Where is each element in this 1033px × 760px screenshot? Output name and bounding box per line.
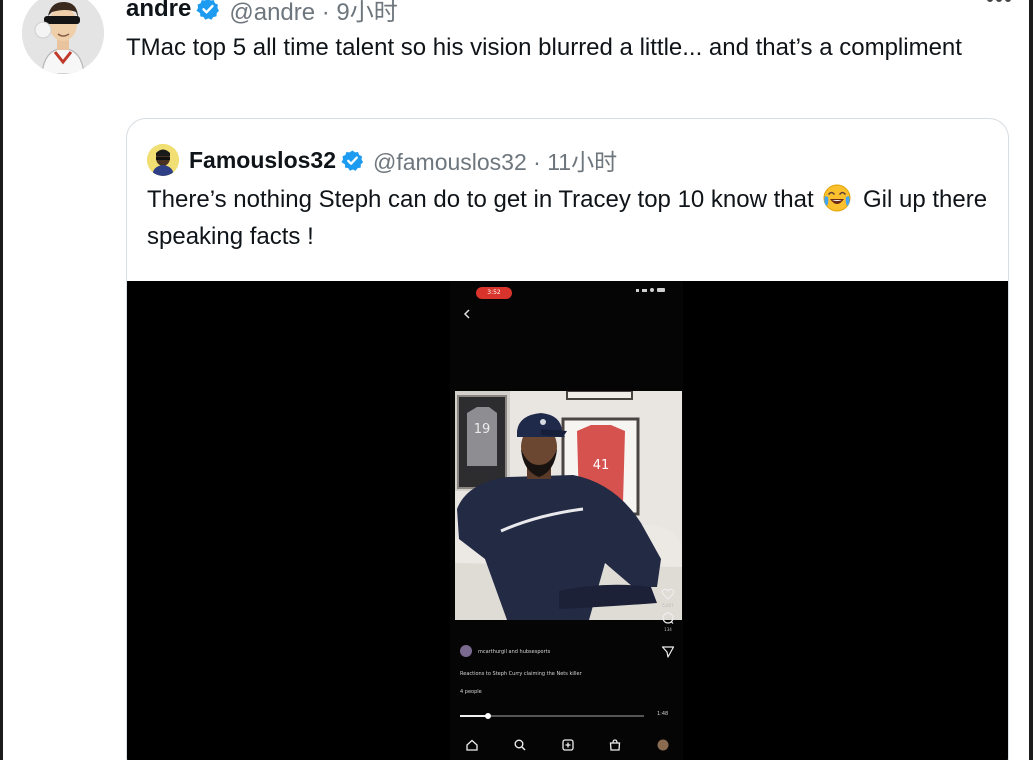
shop-icon[interactable] [608, 738, 622, 752]
more-options-icon[interactable] [987, 0, 1011, 2]
quoted-text-part-1: There’s nothing Steph can do to get in T… [147, 186, 814, 213]
video-progress-bar[interactable] [460, 713, 644, 719]
video-frame[interactable]: 19 41 [455, 391, 682, 620]
window-edge-right [1029, 0, 1033, 760]
video-progress-handle[interactable] [484, 713, 491, 719]
author-handle-time: @andre · 9小时 [229, 0, 398, 26]
like-count: 5,657 [662, 603, 674, 608]
caption-avatar[interactable] [460, 645, 472, 657]
laughing-emoji-icon [822, 183, 852, 213]
quoted-tweet-card[interactable]: Famouslos32 @famouslos32 · 11小时 There’s … [126, 118, 1009, 760]
video-progress-fill [460, 715, 488, 717]
quoted-tweet-text: There’s nothing Steph can do to get in T… [147, 181, 997, 255]
home-icon[interactable] [465, 738, 479, 752]
jersey-number-left: 19 [474, 422, 491, 437]
comment-icon[interactable] [661, 611, 675, 625]
back-arrow-icon[interactable] [460, 307, 474, 321]
quoted-author-avatar[interactable] [147, 144, 179, 176]
heart-icon[interactable] [661, 587, 675, 601]
share-icon[interactable] [661, 645, 675, 659]
window-edge-left [0, 0, 3, 760]
create-icon[interactable] [561, 738, 575, 752]
quoted-author-handle-time: @famouslos32 · 11小时 [373, 149, 618, 175]
recording-time-badge: 3:52 [476, 287, 512, 299]
profile-icon[interactable] [656, 738, 670, 752]
phone-bottom-nav [465, 736, 670, 754]
phone-status-icons [636, 288, 665, 292]
author-name[interactable]: andre [126, 0, 191, 23]
video-duration: 1:48 [657, 711, 669, 717]
comment-count: 134 [664, 627, 672, 632]
quoted-tweet-header: Famouslos32 @famouslos32 · 11小时 [147, 144, 618, 176]
verified-badge-icon [341, 149, 364, 172]
author-avatar[interactable] [22, 0, 104, 74]
caption-accounts[interactable]: mcarthurgil and hubsesports [478, 649, 648, 655]
tweet-header: andre @andre · 9小时 [126, 0, 398, 26]
embedded-video[interactable]: 3:52 19 41 5,657 134 mcarthurgil and hub… [127, 281, 1008, 760]
caption-text: Reactions to Steph Curry claiming the Ne… [460, 671, 582, 677]
verified-badge-icon [196, 0, 220, 21]
jersey-number-right: 41 [593, 458, 610, 473]
tweet-text: TMac top 5 all time talent so his vision… [126, 34, 962, 61]
caption-people: 4 people [460, 689, 482, 695]
search-icon[interactable] [513, 738, 527, 752]
phone-screen-recording: 3:52 19 41 5,657 134 mcarthurgil and hub… [450, 281, 683, 760]
quoted-author-name[interactable]: Famouslos32 [189, 147, 336, 174]
